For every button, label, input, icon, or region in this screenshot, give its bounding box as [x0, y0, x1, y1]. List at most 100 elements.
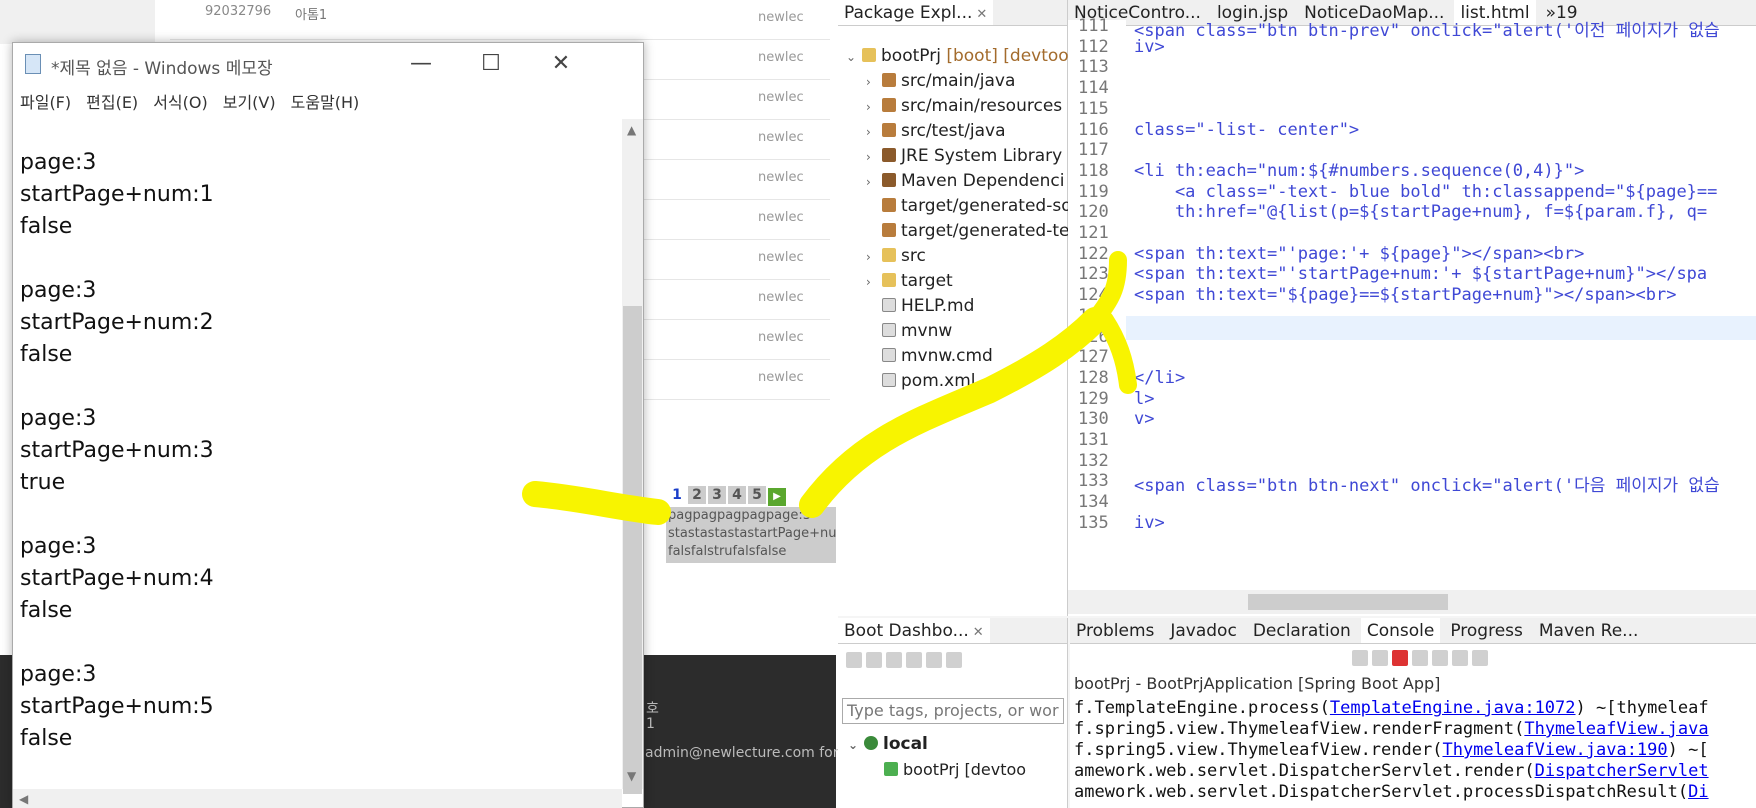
debug-icon[interactable]	[886, 652, 902, 668]
console-line: f.spring5.view.ThymeleafView.render(Thym…	[1074, 740, 1709, 760]
expand-icon[interactable]: ›	[866, 100, 882, 114]
line-number: 130	[1078, 409, 1109, 430]
console-tab[interactable]: Progress	[1444, 618, 1529, 643]
edit-icon[interactable]	[946, 652, 962, 668]
tree-item[interactable]: › src/main/java	[866, 71, 1015, 91]
page-link[interactable]: 4	[728, 486, 746, 504]
code-line: </li>	[1134, 367, 1186, 388]
menu-item[interactable]: 보기(V)	[223, 87, 276, 119]
terminate-icon[interactable]	[1392, 650, 1408, 666]
tree-item[interactable]: › target	[866, 271, 953, 291]
tree-item[interactable]: mvnw.cmd	[866, 346, 993, 366]
tree-item[interactable]: target/generated-te	[866, 221, 1069, 241]
expand-icon[interactable]: ›	[866, 125, 882, 139]
scroll-lock-icon[interactable]	[1412, 650, 1428, 666]
expand-icon[interactable]: ›	[866, 175, 882, 189]
notepad-titlebar[interactable]: *제목 없음 - Windows 메모장 — ☐ ✕	[13, 43, 643, 85]
start-icon[interactable]	[846, 652, 862, 668]
page-link[interactable]: 1	[668, 486, 686, 504]
dashboard-local-node[interactable]: ⌄ local	[848, 734, 928, 754]
scroll-up-icon[interactable]: ▲	[627, 123, 636, 137]
console-tab[interactable]: Console	[1360, 618, 1441, 643]
menu-item[interactable]: 편집(E)	[86, 87, 138, 119]
text-line: page:3	[20, 406, 97, 431]
console-tab[interactable]: Declaration	[1247, 618, 1357, 643]
text-line	[20, 499, 620, 531]
tree-item[interactable]: › src/test/java	[866, 121, 1006, 141]
text-line: true	[20, 470, 66, 495]
word-wrap-icon[interactable]	[1432, 650, 1448, 666]
stacktrace-link[interactable]: ThymeleafView.java:190	[1442, 740, 1667, 760]
close-button[interactable]: ✕	[526, 43, 596, 85]
project-node[interactable]: ⌄ bootPrj [boot] [devtoo	[846, 46, 1069, 66]
tree-item[interactable]: pom.xml	[866, 371, 976, 391]
line-number: 125	[1078, 305, 1109, 326]
file-icon	[882, 348, 896, 362]
stacktrace-link[interactable]: ThymeleafView.java	[1524, 719, 1708, 739]
scrollbar-thumb[interactable]	[1248, 594, 1448, 610]
notepad-text-area[interactable]: page:3 startPage+num:1 false page:3 startPag…	[20, 147, 620, 755]
clear-console-icon[interactable]	[1352, 650, 1368, 666]
table-row[interactable]: 92032796 아톰1 newlec	[170, 0, 830, 40]
display-console-icon[interactable]	[1472, 650, 1488, 666]
code-line: <span class="btn btn-next" onclick="aler…	[1134, 476, 1720, 497]
scroll-down-icon[interactable]: ▼	[627, 769, 636, 783]
tab-package-explorer[interactable]: Package Expl... ✕	[838, 0, 994, 25]
page-link[interactable]: 2	[688, 486, 706, 504]
menu-item[interactable]: 도움말(H)	[291, 87, 360, 119]
scrollbar-thumb[interactable]	[623, 306, 642, 794]
stacktrace-link[interactable]: DispatcherServlet	[1535, 761, 1709, 781]
editor-horizontal-scrollbar[interactable]	[1068, 590, 1756, 614]
code-line: <li th:each="num:${#numbers.sequence(0,4…	[1134, 160, 1585, 181]
tree-item[interactable]: › JRE System Library	[866, 146, 1062, 166]
expand-icon[interactable]: ›	[866, 250, 882, 264]
menu-item[interactable]: 서식(O)	[153, 87, 208, 119]
stacktrace-link[interactable]: Di	[1688, 782, 1708, 802]
line-number: 122	[1078, 243, 1109, 264]
row-title: 아톰1	[295, 8, 328, 23]
debug-line: pagpagpagpagpage:3	[668, 508, 811, 523]
menu-item[interactable]: 파일(F)	[20, 87, 71, 119]
tree-item[interactable]: HELP.md	[866, 296, 974, 316]
console-tab[interactable]: Javadoc	[1164, 618, 1242, 643]
vertical-scrollbar[interactable]: ▲ ▼	[622, 119, 643, 794]
console-tab[interactable]: Problems	[1070, 618, 1160, 643]
text-line: false	[20, 598, 73, 623]
dashboard-search-input[interactable]: Type tags, projects, or wor	[842, 698, 1064, 724]
horizontal-scrollbar[interactable]: ◀	[13, 789, 622, 808]
pin-icon[interactable]	[1452, 650, 1468, 666]
tree-item-label: pom.xml	[901, 371, 976, 391]
line-number: 112	[1078, 36, 1109, 57]
footer-text: 1	[646, 716, 655, 732]
minimize-button[interactable]: —	[386, 43, 456, 85]
expand-icon[interactable]: ›	[866, 75, 882, 89]
remove-launch-icon[interactable]	[1372, 650, 1388, 666]
close-icon[interactable]: ✕	[976, 7, 987, 22]
project-icon	[862, 48, 876, 62]
next-page-icon[interactable]: ▶	[768, 488, 786, 506]
console-tab[interactable]: Maven Re...	[1533, 618, 1645, 643]
console-icon[interactable]	[926, 652, 942, 668]
close-icon[interactable]: ✕	[973, 625, 984, 640]
tree-item[interactable]: › src/main/resources	[866, 96, 1062, 116]
line-number: 134	[1078, 492, 1109, 513]
tree-item[interactable]: mvnw	[866, 321, 952, 341]
tree-item-label: src/main/java	[901, 71, 1016, 91]
stop-icon[interactable]	[866, 652, 882, 668]
dashboard-app-item[interactable]: bootPrj [devtoo	[884, 760, 1026, 779]
open-icon[interactable]	[906, 652, 922, 668]
tree-item[interactable]: › Maven Dependenci	[866, 171, 1064, 191]
tree-item[interactable]: › src	[866, 246, 926, 266]
expand-icon[interactable]: ›	[866, 275, 882, 289]
file-icon	[882, 298, 896, 312]
scroll-left-icon[interactable]: ◀	[19, 792, 28, 806]
package-explorer: Package Expl... ✕ ⌄ bootPrj [boot] [devtoo…	[838, 0, 1072, 616]
page-link[interactable]: 5	[748, 486, 766, 504]
expand-icon[interactable]: ›	[866, 150, 882, 164]
stacktrace-link[interactable]: TemplateEngine.java:1072	[1330, 698, 1576, 718]
maximize-button[interactable]: ☐	[456, 43, 526, 85]
tab-boot-dashboard[interactable]: Boot Dashbo... ✕	[838, 618, 990, 643]
tree-item[interactable]: target/generated-so	[866, 196, 1072, 216]
notepad-icon	[25, 54, 41, 74]
page-link[interactable]: 3	[708, 486, 726, 504]
